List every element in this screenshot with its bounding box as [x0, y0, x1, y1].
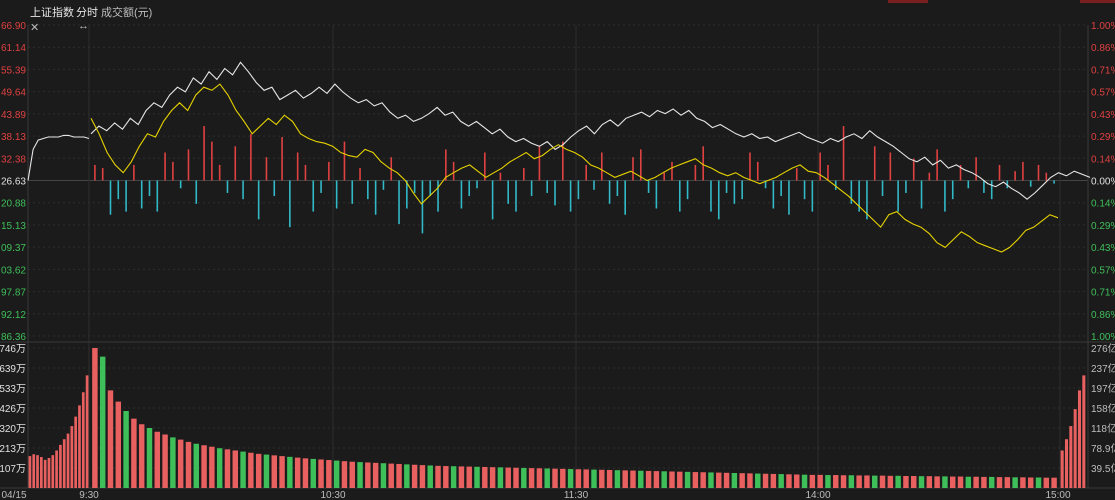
y-tick-left: 92.12: [1, 310, 26, 321]
y-tick-left: 26.63: [1, 177, 26, 188]
y-tick-left: 03.62: [1, 265, 26, 276]
y-tick-left: 55.39: [1, 65, 26, 76]
y-tick-left: 97.87: [1, 288, 26, 299]
y-tick-left: 43.89: [1, 110, 26, 121]
y-tick-left: 49.64: [1, 88, 26, 99]
vol-tick-right: 78.9亿: [1091, 442, 1115, 455]
y-tick-left: 32.38: [1, 154, 26, 165]
y-tick-right: 0.71%: [1091, 288, 1115, 299]
y-tick-right: 0.14%: [1091, 154, 1115, 165]
chart-background: [0, 0, 1115, 500]
vol-tick-left: 746万: [0, 344, 26, 355]
resize-icon[interactable]: ↔: [78, 20, 89, 32]
y-tick-left: 15.13: [1, 221, 26, 232]
vol-tick-left: 320万: [0, 424, 26, 435]
y-tick-left: 86.36: [1, 332, 26, 343]
vol-tick-right: 158亿: [1091, 402, 1115, 415]
vol-tick-left: 107万: [0, 464, 26, 475]
top-right-marker: [888, 0, 928, 3]
x-tick: 04/15: [1, 490, 26, 500]
vol-tick-right: 118亿: [1091, 422, 1115, 435]
y-tick-left: 61.14: [1, 43, 26, 54]
y-tick-left: 66.90: [1, 21, 26, 32]
y-tick-left: 38.13: [1, 132, 26, 143]
y-tick-right: 0.43%: [1091, 243, 1115, 254]
metric-label: 成交额(元): [101, 7, 153, 19]
vol-tick-right: 237亿: [1091, 362, 1115, 375]
vol-tick-left: 533万: [0, 384, 26, 395]
y-tick-right: 0.00%: [1091, 177, 1115, 188]
y-tick-right: 0.29%: [1091, 221, 1115, 232]
x-tick: 14:00: [805, 490, 830, 500]
y-tick-right: 0.71%: [1091, 65, 1115, 76]
y-tick-right: 1.00%: [1091, 21, 1115, 32]
vol-tick-left: 213万: [0, 444, 26, 455]
index-name: 上证指数: [30, 7, 74, 19]
y-tick-right: 0.14%: [1091, 199, 1115, 210]
y-tick-right: 1.00%: [1091, 332, 1115, 343]
intraday-chart[interactable]: 66.90 61.14 55.39 49.64 43.89 38.13 32.38 26.63…: [0, 0, 1115, 500]
y-tick-right: 0.29%: [1091, 132, 1115, 143]
y-tick-right: 0.57%: [1091, 265, 1115, 276]
x-tick: 9:30: [79, 490, 99, 500]
y-tick-left: 20.88: [1, 199, 26, 210]
y-tick-right: 0.86%: [1091, 43, 1115, 54]
y-tick-right: 0.57%: [1091, 88, 1115, 99]
y-tick-left: 09.37: [1, 243, 26, 254]
y-tick-right: 0.43%: [1091, 110, 1115, 121]
vol-tick-left: 426万: [0, 404, 26, 415]
tab-intraday[interactable]: 分时: [76, 4, 98, 20]
x-tick: 15:00: [1045, 490, 1070, 500]
y-tick-right: 0.86%: [1091, 310, 1115, 321]
close-icon[interactable]: ✕: [30, 21, 39, 34]
vol-tick-right: 197亿: [1091, 382, 1115, 395]
top-right-marker-2: [1080, 0, 1115, 3]
vol-tick-right: 276亿: [1091, 342, 1115, 355]
x-tick: 11:30: [564, 490, 589, 500]
vol-tick-right: 39.5亿: [1091, 462, 1115, 475]
x-tick: 10:30: [320, 490, 345, 500]
vol-tick-left: 639万: [0, 364, 26, 375]
